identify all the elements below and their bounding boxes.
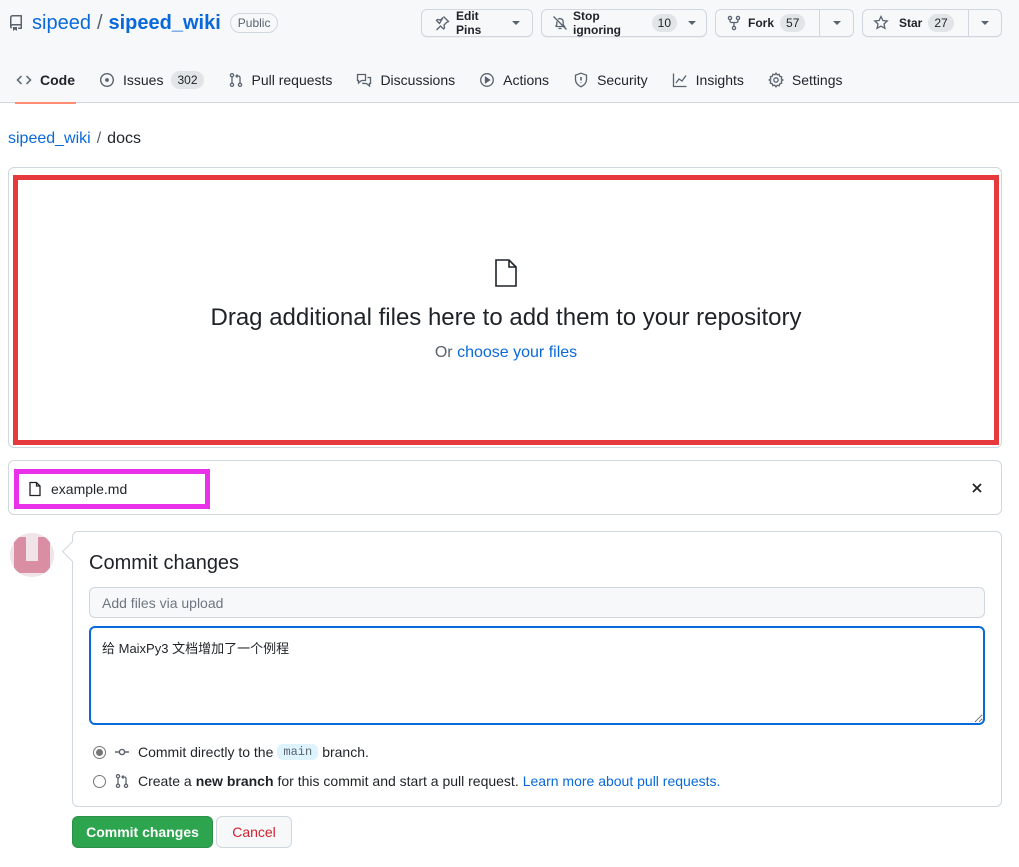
- fork-dropdown-button[interactable]: [819, 10, 853, 36]
- edit-pins-label: Edit Pins: [456, 9, 482, 37]
- learn-more-link[interactable]: Learn more about pull requests.: [523, 773, 721, 789]
- tab-actions[interactable]: Actions: [470, 57, 558, 103]
- star-icon: [873, 15, 889, 31]
- fork-icon: [726, 15, 742, 31]
- fork-button-group: Fork 57: [715, 9, 854, 37]
- dropzone-title: Drag additional files here to add them t…: [210, 304, 802, 331]
- commit-direct-option[interactable]: Commit directly to the main branch.: [93, 744, 369, 760]
- star-dropdown-button[interactable]: [968, 10, 1001, 36]
- commit-direct-radio[interactable]: [93, 745, 106, 759]
- uploaded-file-name: example.md: [51, 481, 128, 497]
- watch-count: 10: [651, 14, 677, 32]
- commit-changes-button[interactable]: Commit changes: [72, 816, 213, 848]
- chevron-down-icon: [512, 21, 520, 25]
- tab-label: Security: [597, 72, 648, 88]
- repo-title: sipeed / sipeed_wiki Public: [8, 10, 279, 36]
- tab-pull-requests[interactable]: Pull requests: [219, 57, 342, 103]
- pull-request-icon: [228, 72, 244, 88]
- new-branch-prefix: Create a: [138, 773, 192, 789]
- repo-tabs: Code Issues 302 Pull requests Discussion…: [0, 57, 852, 104]
- new-branch-option[interactable]: Create a new branch for this commit and …: [93, 773, 720, 789]
- avatar: [10, 533, 54, 577]
- choose-files-link[interactable]: choose your files: [457, 344, 577, 361]
- tab-label: Discussions: [380, 72, 456, 88]
- commit-summary-input[interactable]: [89, 587, 985, 618]
- tab-code[interactable]: Code: [7, 57, 84, 104]
- cancel-button[interactable]: Cancel: [216, 816, 292, 848]
- new-branch-suffix: for this commit and start a pull request…: [277, 773, 519, 789]
- graph-icon: [672, 72, 688, 88]
- close-icon: [971, 482, 983, 494]
- commit-form-title: Commit changes: [89, 552, 240, 574]
- pull-request-icon: [114, 773, 130, 789]
- breadcrumb-separator: /: [96, 130, 102, 147]
- new-branch-bold: new branch: [195, 773, 274, 789]
- tab-discussions[interactable]: Discussions: [347, 57, 464, 103]
- breadcrumb: sipeed_wiki / docs: [8, 130, 141, 148]
- file-drop-zone[interactable]: Drag additional files here to add them t…: [13, 175, 999, 445]
- breadcrumb-repo-link[interactable]: sipeed_wiki: [8, 130, 91, 148]
- tab-label: Settings: [791, 72, 843, 88]
- tab-label: Insights: [695, 72, 744, 88]
- visibility-badge: Public: [229, 13, 279, 33]
- bell-slash-icon: [552, 15, 568, 31]
- new-branch-radio[interactable]: [93, 774, 106, 788]
- edit-pins-button[interactable]: Edit Pins: [421, 9, 533, 37]
- repo-name-link[interactable]: sipeed_wiki: [109, 12, 221, 35]
- shield-icon: [573, 72, 589, 88]
- chevron-down-icon: [832, 21, 841, 25]
- tab-insights[interactable]: Insights: [663, 57, 753, 103]
- repo-owner-link[interactable]: sipeed: [32, 12, 91, 35]
- fork-count: 57: [780, 14, 806, 32]
- pin-icon: [434, 15, 450, 31]
- issues-count: 302: [171, 71, 204, 89]
- issue-icon: [99, 72, 115, 88]
- file-icon: [493, 258, 519, 288]
- repo-header: sipeed / sipeed_wiki Public Edit Pins St…: [0, 0, 1019, 104]
- star-count: 27: [928, 14, 954, 32]
- dropzone-or-text: Or: [434, 344, 453, 361]
- branch-name: main: [277, 744, 319, 760]
- tab-settings[interactable]: Settings: [759, 57, 852, 103]
- dropzone-subtext: Or choose your files: [435, 344, 577, 362]
- git-commit-icon: [114, 744, 130, 760]
- gear-icon: [767, 72, 784, 88]
- chevron-down-icon: [688, 21, 696, 25]
- file-icon: [27, 481, 43, 497]
- repo-separator: /: [96, 11, 103, 34]
- fork-button[interactable]: Fork 57: [716, 10, 819, 36]
- remove-file-button[interactable]: [967, 478, 987, 498]
- repo-icon: [8, 15, 24, 31]
- watch-label: Stop ignoring: [573, 9, 621, 37]
- discussions-icon: [356, 72, 372, 88]
- tab-security[interactable]: Security: [564, 57, 657, 103]
- breadcrumb-current-folder: docs: [107, 130, 141, 147]
- play-icon: [479, 72, 495, 88]
- star-button-group: Star 27: [862, 9, 1002, 37]
- tab-label: Issues: [123, 72, 164, 88]
- code-icon: [16, 72, 32, 88]
- chevron-down-icon: [981, 21, 990, 25]
- commit-direct-prefix: Commit directly to the: [138, 744, 274, 760]
- star-label: Star: [899, 16, 923, 30]
- tab-label: Pull requests: [251, 72, 333, 88]
- commit-direct-suffix: branch.: [322, 744, 369, 760]
- tab-issues[interactable]: Issues 302: [90, 57, 213, 103]
- watch-button[interactable]: Stop ignoring 10: [541, 9, 707, 37]
- uploaded-file-item: example.md: [14, 469, 210, 509]
- tab-label: Actions: [503, 72, 550, 88]
- tab-label: Code: [40, 72, 75, 88]
- fork-label: Fork: [748, 16, 775, 30]
- commit-description-input[interactable]: 给 MaixPy3 文档增加了一个例程: [89, 626, 985, 725]
- star-button[interactable]: Star 27: [863, 10, 968, 36]
